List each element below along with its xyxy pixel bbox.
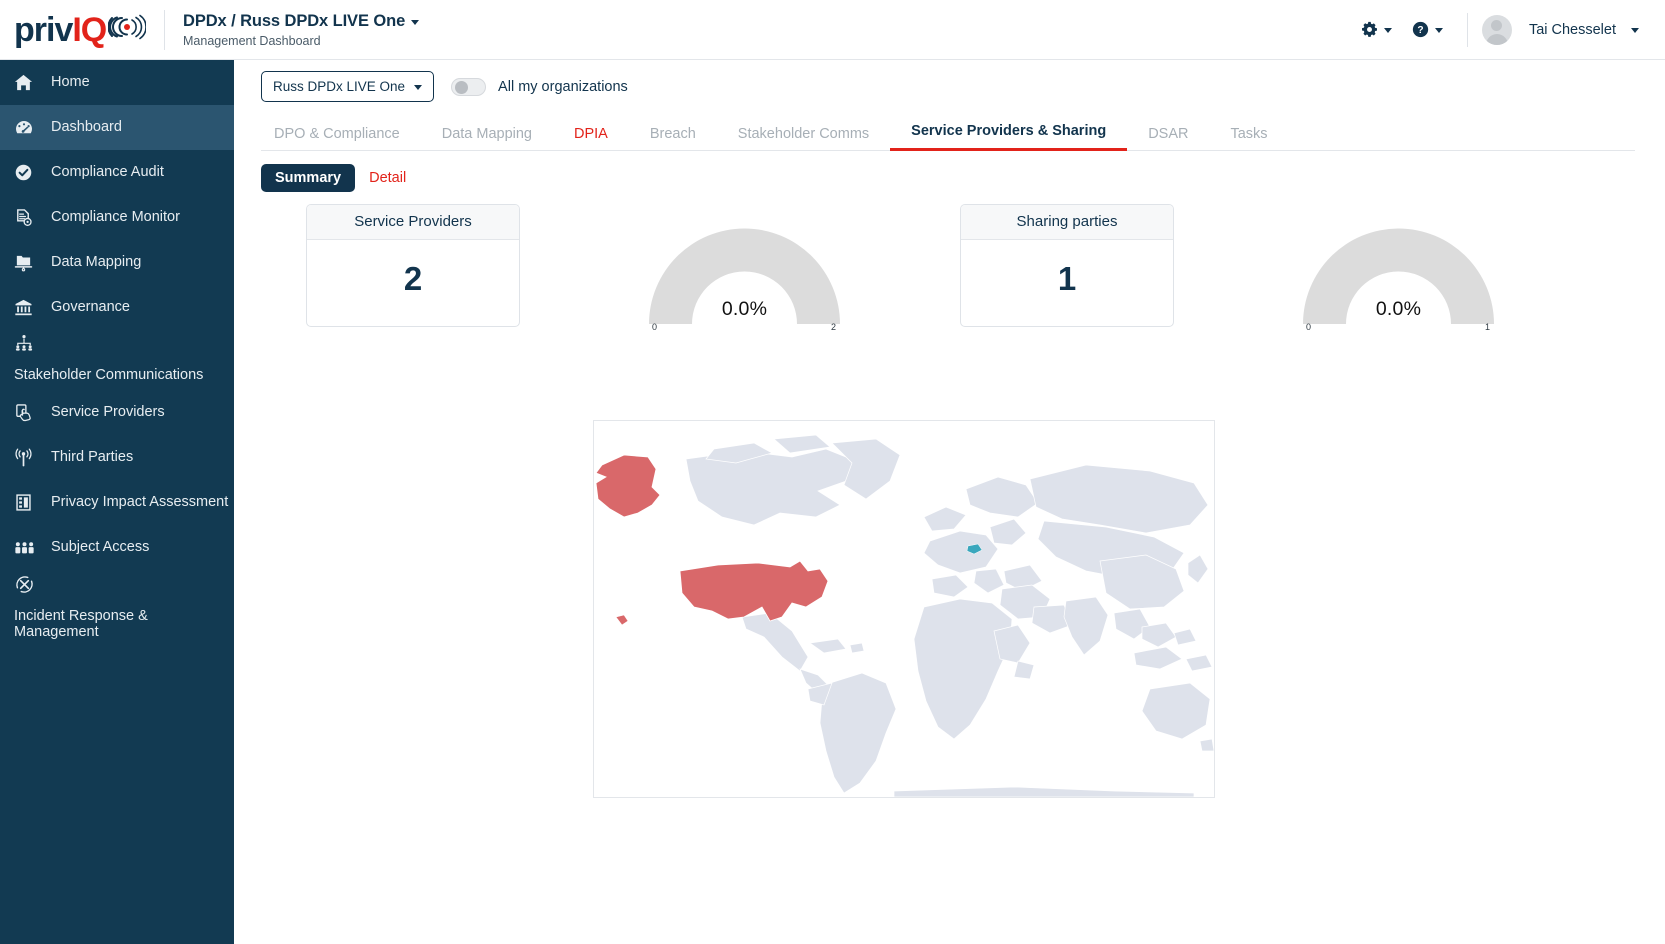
world-map-panel[interactable] xyxy=(593,420,1215,798)
sidebar-item-label: Data Mapping xyxy=(51,254,141,271)
sidebar-item-label: Incident Response & Management xyxy=(14,608,229,641)
svg-text:?: ? xyxy=(1417,25,1423,36)
app-logo[interactable]: privIQ xyxy=(0,10,158,49)
service-providers-card: Service Providers 2 xyxy=(306,204,520,327)
all-organizations-toggle[interactable] xyxy=(451,78,486,96)
sharing-parties-gauge-max-label: 1 xyxy=(1485,322,1490,332)
sidebar-item-label: Third Parties xyxy=(51,449,133,466)
sidebar-item-label: Compliance Audit xyxy=(51,164,164,181)
org-chart-icon xyxy=(14,334,234,354)
sidebar-item-label: Service Providers xyxy=(51,404,165,421)
sidebar-item-service-providers[interactable]: Service Providers xyxy=(0,390,234,435)
user-name: Tai Chesselet xyxy=(1529,22,1616,38)
org-title-dropdown[interactable]: DPDx / Russ DPDx LIVE One xyxy=(183,12,419,31)
chevron-down-icon xyxy=(411,20,419,25)
building-icon xyxy=(14,493,38,512)
dashboard-gauge-icon xyxy=(14,118,38,138)
logo-wordmark: privIQ xyxy=(14,13,106,47)
tab-dpia[interactable]: DPIA xyxy=(553,126,629,151)
main-content: Russ DPDx LIVE One All my organizations … xyxy=(234,60,1665,944)
bank-icon xyxy=(14,298,38,317)
service-providers-gauge-max-label: 2 xyxy=(831,322,836,332)
tab-service-providers-sharing[interactable]: Service Providers & Sharing xyxy=(890,123,1127,151)
chevron-down-icon xyxy=(414,85,422,90)
logo-iq: IQ xyxy=(72,11,106,49)
sidebar-item-label: Stakeholder Communications xyxy=(14,367,234,384)
tab-data-mapping[interactable]: Data Mapping xyxy=(421,126,553,151)
tab-stakeholder-comms[interactable]: Stakeholder Comms xyxy=(717,126,890,151)
page-subtitle: Management Dashboard xyxy=(183,34,419,48)
sidebar-item-data-mapping[interactable]: Data Mapping xyxy=(0,240,234,285)
tab-tasks[interactable]: Tasks xyxy=(1209,126,1288,151)
sidebar: Home Dashboard Compliance Audit xyxy=(0,60,234,944)
incident-circle-icon xyxy=(14,574,234,595)
kpi-row: Service Providers 2 0.0% 0 2 Sharing par… xyxy=(234,204,1665,364)
tab-breach[interactable]: Breach xyxy=(629,126,717,151)
org-title-block: DPDx / Russ DPDx LIVE One Management Das… xyxy=(183,12,419,48)
org-title-text: DPDx / Russ DPDx LIVE One xyxy=(183,12,405,31)
chevron-down-icon xyxy=(1631,28,1639,33)
gear-icon xyxy=(1361,21,1378,38)
sidebar-item-compliance-monitor[interactable]: Compliance Monitor xyxy=(0,195,234,240)
fingerprint-icon xyxy=(108,10,146,49)
sidebar-item-subject-access[interactable]: Subject Access xyxy=(0,525,234,570)
service-providers-card-value: 2 xyxy=(307,240,519,326)
sharing-parties-card: Sharing parties 1 xyxy=(960,204,1174,327)
sharing-parties-gauge: 0.0% 0 1 xyxy=(1291,212,1506,352)
document-shield-icon xyxy=(14,208,38,227)
header-actions: ? Tai Chesselet xyxy=(1351,9,1665,51)
organization-select[interactable]: Russ DPDx LIVE One xyxy=(261,71,434,102)
people-group-icon xyxy=(14,538,38,557)
subtab-summary[interactable]: Summary xyxy=(261,164,355,192)
help-icon: ? xyxy=(1412,21,1429,38)
avatar xyxy=(1482,15,1512,45)
chevron-down-icon xyxy=(1384,28,1392,33)
sharing-parties-gauge-percent: 0.0% xyxy=(1291,298,1506,321)
sidebar-item-label: Governance xyxy=(51,299,130,316)
top-header: privIQ DPDx / Russ DPDx LIVE One xyxy=(0,0,1665,60)
sharing-parties-card-title: Sharing parties xyxy=(961,205,1173,240)
subtab-detail[interactable]: Detail xyxy=(355,164,420,192)
check-circle-icon xyxy=(14,163,38,182)
world-choropleth-map xyxy=(594,421,1214,797)
sidebar-item-home[interactable]: Home xyxy=(0,60,234,105)
chevron-down-icon xyxy=(1435,28,1443,33)
toolbar: Russ DPDx LIVE One All my organizations xyxy=(234,60,1665,102)
sidebar-item-label: Dashboard xyxy=(51,119,122,136)
folder-presentation-icon xyxy=(14,253,38,272)
sub-tabs: Summary Detail xyxy=(261,164,1665,192)
service-providers-gauge: 0.0% 0 2 xyxy=(637,212,852,352)
sharing-parties-gauge-min-label: 0 xyxy=(1306,322,1311,332)
sidebar-item-label: Compliance Monitor xyxy=(51,209,180,226)
service-providers-gauge-percent: 0.0% xyxy=(637,298,852,321)
sharing-parties-card-value: 1 xyxy=(961,240,1173,326)
all-organizations-label: All my organizations xyxy=(498,79,628,95)
sidebar-item-governance[interactable]: Governance xyxy=(0,285,234,330)
dashboard-tabs: DPO & Compliance Data Mapping DPIA Breac… xyxy=(261,118,1635,151)
header-divider xyxy=(164,10,165,50)
service-providers-card-title: Service Providers xyxy=(307,205,519,240)
all-organizations-toggle-wrap: All my organizations xyxy=(451,78,628,96)
sidebar-item-label: Privacy Impact Assessment xyxy=(51,494,228,511)
header-separator xyxy=(1467,13,1468,47)
user-menu-button[interactable]: Tai Chesselet xyxy=(1482,9,1649,51)
home-icon xyxy=(14,73,38,92)
sidebar-item-third-parties[interactable]: Third Parties xyxy=(0,435,234,480)
help-menu-button[interactable]: ? xyxy=(1402,15,1453,44)
organization-select-value: Russ DPDx LIVE One xyxy=(273,79,405,94)
sidebar-item-compliance-audit[interactable]: Compliance Audit xyxy=(0,150,234,195)
logo-priv: priv xyxy=(14,11,72,49)
sidebar-item-dashboard[interactable]: Dashboard xyxy=(0,105,234,150)
sidebar-item-privacy-impact-assessment[interactable]: Privacy Impact Assessment xyxy=(0,480,234,525)
broadcast-tower-icon xyxy=(14,448,38,467)
settings-menu-button[interactable] xyxy=(1351,15,1402,44)
tab-dpo-compliance[interactable]: DPO & Compliance xyxy=(261,126,421,151)
sidebar-item-stakeholder-communications[interactable]: Stakeholder Communications xyxy=(0,330,234,390)
sidebar-item-incident-response-management[interactable]: Incident Response & Management xyxy=(0,570,234,647)
hand-click-icon xyxy=(14,403,38,422)
service-providers-gauge-min-label: 0 xyxy=(652,322,657,332)
tab-dsar[interactable]: DSAR xyxy=(1127,126,1209,151)
sidebar-item-label: Home xyxy=(51,74,90,91)
sidebar-item-label: Subject Access xyxy=(51,539,149,556)
